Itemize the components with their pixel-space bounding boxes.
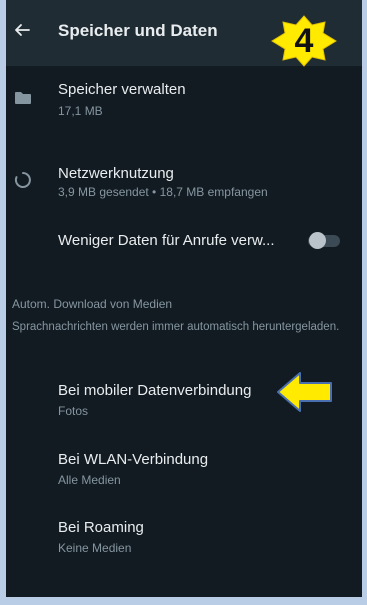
mobile-data-title: Bei mobiler Datenverbindung	[58, 382, 252, 399]
pointer-arrow-icon	[277, 372, 332, 412]
toggle-thumb	[309, 232, 326, 249]
wifi-title: Bei WLAN-Verbindung	[58, 451, 209, 468]
roaming-title: Bei Roaming	[58, 519, 144, 536]
wifi-media-types: Alle Medien	[58, 473, 121, 487]
folder-icon	[15, 92, 31, 104]
manage-storage-size: 17,1 MB	[58, 104, 103, 118]
media-download-section-title: Autom. Download von Medien	[12, 297, 173, 311]
network-usage-title: Netzwerknutzung	[58, 165, 174, 182]
less-data-calls-toggle[interactable]	[308, 232, 342, 249]
roaming-media-types: Keine Medien	[58, 541, 132, 555]
network-usage-summary: 3,9 MB gesendet • 18,7 MB empfangen	[58, 185, 268, 199]
less-data-calls-label: Weniger Daten für Anrufe verw...	[58, 232, 275, 249]
mobile-data-media-types: Fotos	[58, 404, 89, 418]
step-number: 4	[294, 22, 314, 60]
back-arrow-icon[interactable]	[12, 20, 32, 40]
page-title: Speicher und Daten	[58, 21, 218, 40]
settings-screen: Speicher und Daten 4 Speicher verwalten …	[6, 0, 362, 597]
manage-storage-title: Speicher verwalten	[58, 81, 186, 98]
voice-message-note: Sprachnachrichten werden immer automatis…	[12, 321, 340, 333]
data-usage-circle-icon	[14, 172, 31, 188]
step-number-badge: 4	[268, 14, 340, 68]
